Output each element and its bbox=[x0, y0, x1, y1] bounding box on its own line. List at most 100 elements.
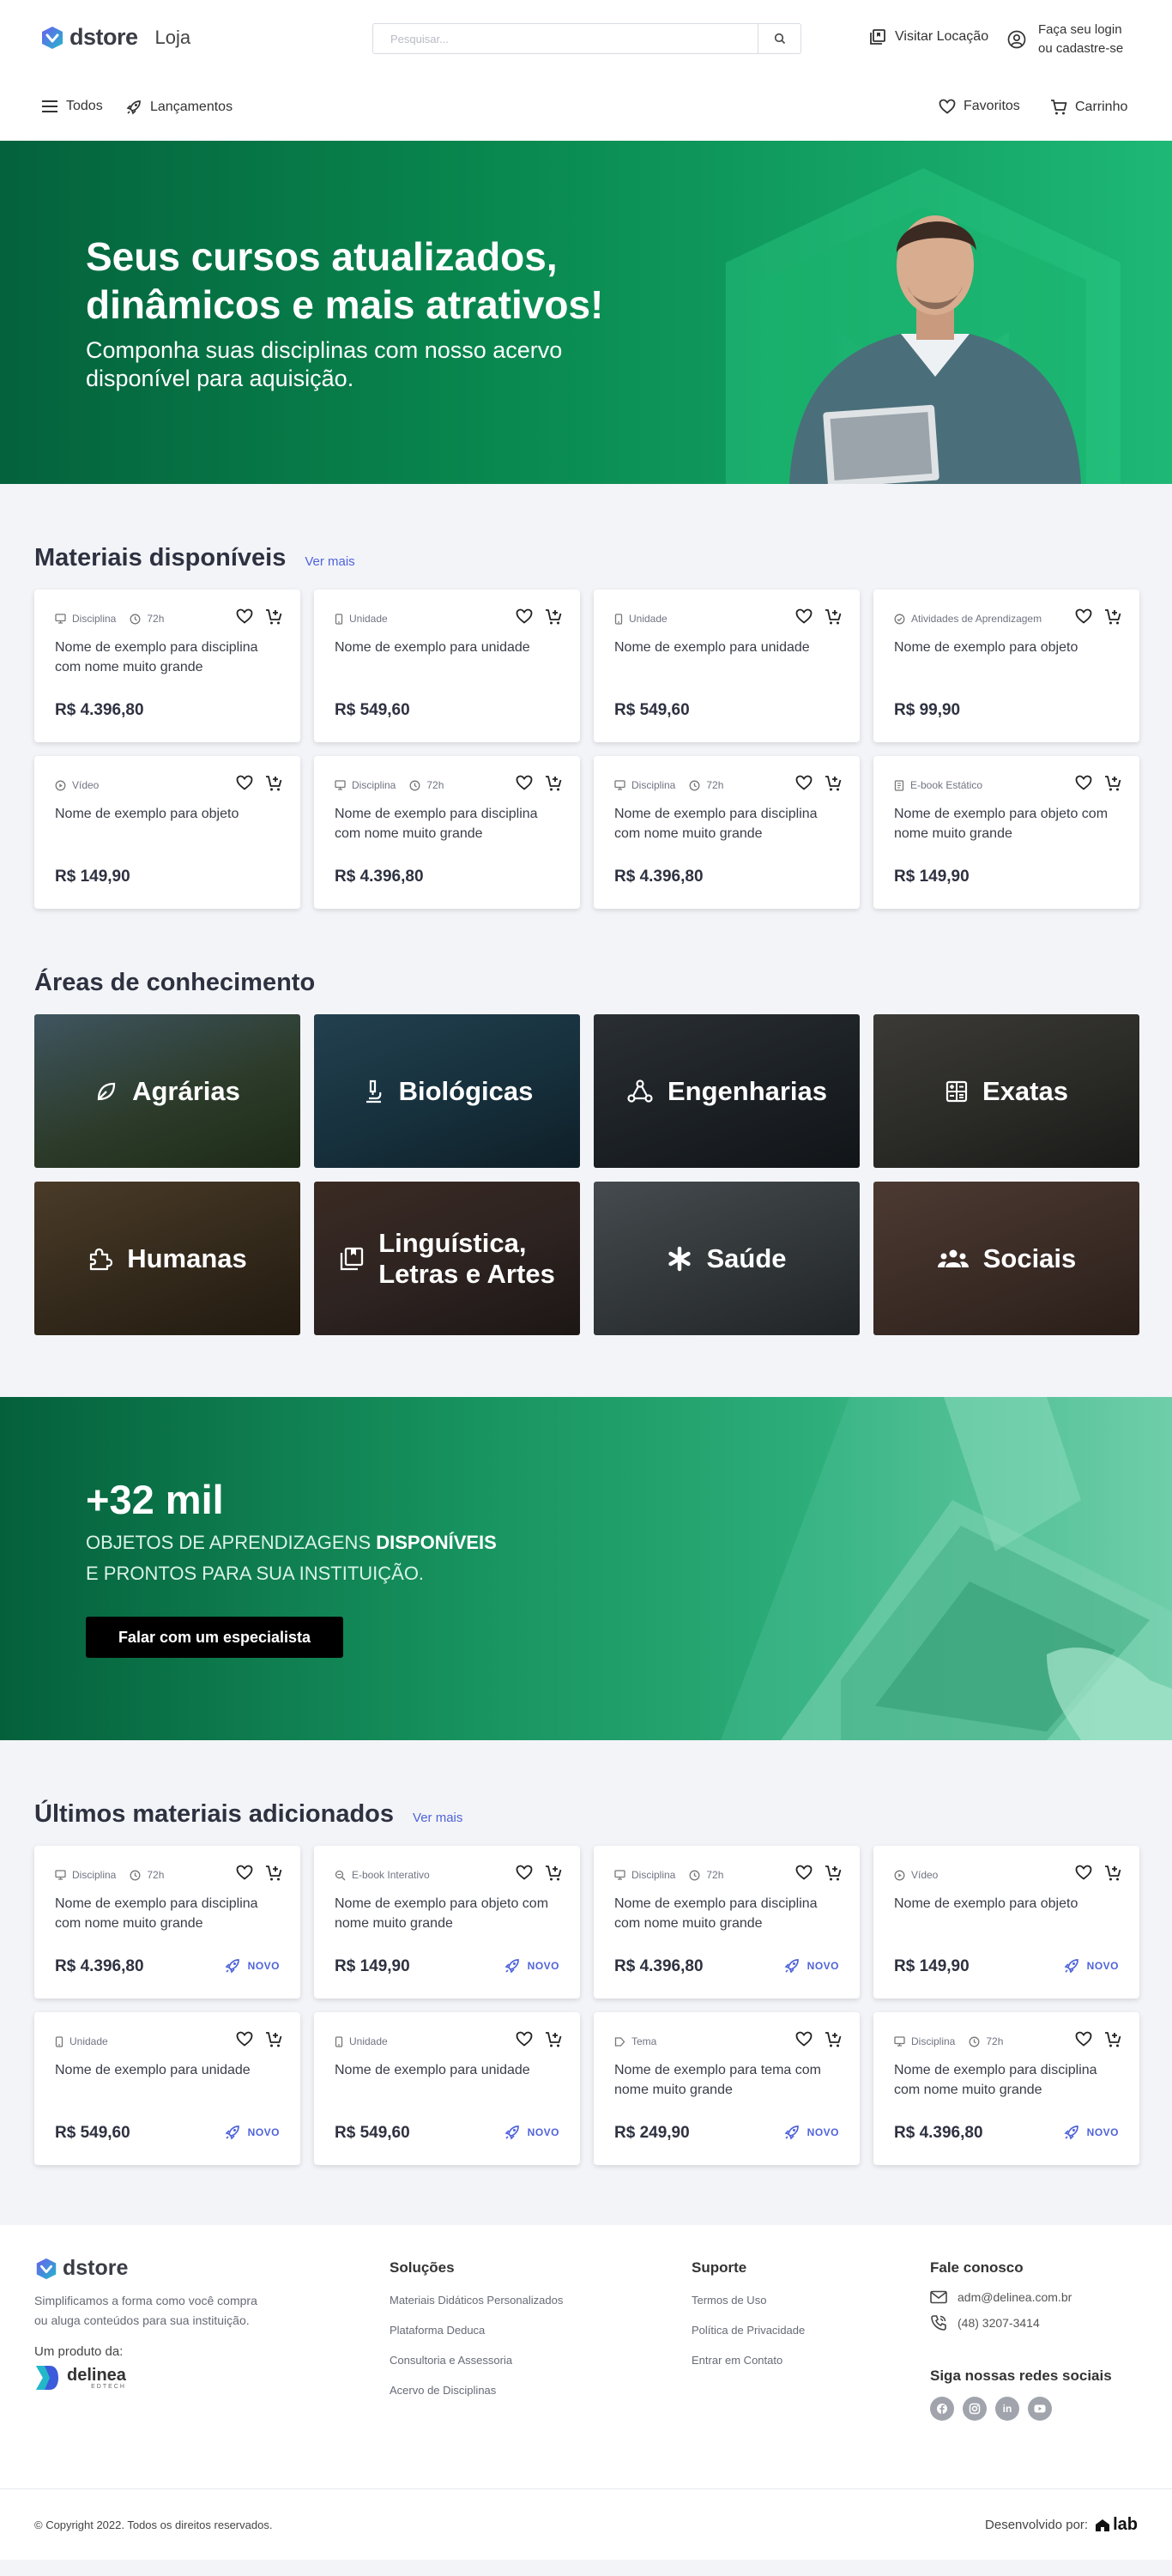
add-to-cart-icon[interactable] bbox=[545, 775, 563, 792]
heart-icon[interactable] bbox=[795, 2031, 813, 2047]
product-card[interactable]: Atividades de Aprendizagem Nome de exempl… bbox=[873, 590, 1139, 742]
facebook-icon[interactable] bbox=[930, 2397, 954, 2421]
card-name[interactable]: Nome de exemplo para disciplina com nome… bbox=[614, 1894, 829, 1933]
area-card[interactable]: Biológicas bbox=[314, 1014, 580, 1168]
card-name[interactable]: Nome de exemplo para disciplina com nome… bbox=[614, 804, 829, 844]
card-name[interactable]: Nome de exemplo para unidade bbox=[614, 638, 829, 657]
product-card[interactable]: Unidade Nome de exemplo para unidade R$ 54… bbox=[34, 2012, 300, 2165]
add-to-cart-icon[interactable] bbox=[265, 608, 283, 626]
nav-cart[interactable]: Carrinho bbox=[1050, 99, 1127, 116]
add-to-cart-icon[interactable] bbox=[265, 1865, 283, 1882]
heart-icon[interactable] bbox=[795, 775, 813, 790]
add-to-cart-icon[interactable] bbox=[545, 2031, 563, 2048]
add-to-cart-icon[interactable] bbox=[1104, 775, 1122, 792]
add-to-cart-icon[interactable] bbox=[1104, 1865, 1122, 1882]
heart-icon[interactable] bbox=[516, 775, 533, 790]
card-name[interactable]: Nome de exemplo para tema com nome muito… bbox=[614, 2060, 829, 2100]
add-to-cart-icon[interactable] bbox=[1104, 2031, 1122, 2048]
heart-icon[interactable] bbox=[516, 2031, 533, 2047]
talk-to-specialist-button[interactable]: Falar com um especialista bbox=[86, 1617, 343, 1658]
heart-icon[interactable] bbox=[1075, 608, 1092, 624]
area-card[interactable]: Exatas bbox=[873, 1014, 1139, 1168]
add-to-cart-icon[interactable] bbox=[825, 1865, 843, 1882]
search-button[interactable] bbox=[758, 24, 800, 53]
nav-launches[interactable]: Lançamentos bbox=[125, 99, 233, 116]
card-name[interactable]: Nome de exemplo para unidade bbox=[335, 638, 549, 657]
product-card[interactable]: E-book Interativo Nome de exemplo para ob… bbox=[314, 1846, 580, 1999]
area-card[interactable]: Agrárias bbox=[34, 1014, 300, 1168]
area-card[interactable]: Humanas bbox=[34, 1182, 300, 1335]
footer-link[interactable]: Termos de Uso bbox=[692, 2294, 805, 2307]
product-card[interactable]: Unidade Nome de exemplo para unidade R$ 54… bbox=[314, 590, 580, 742]
heart-icon[interactable] bbox=[516, 608, 533, 624]
product-card[interactable]: Unidade Nome de exemplo para unidade R$ 54… bbox=[314, 2012, 580, 2165]
product-card[interactable]: Vídeo Nome de exemplo para objeto R$ 149,9… bbox=[873, 1846, 1139, 1999]
heart-icon[interactable] bbox=[236, 2031, 253, 2047]
area-card[interactable]: Sociais bbox=[873, 1182, 1139, 1335]
add-to-cart-icon[interactable] bbox=[265, 2031, 283, 2048]
footer-link[interactable]: Acervo de Disciplinas bbox=[390, 2384, 563, 2397]
latest-see-more-link[interactable]: Ver mais bbox=[413, 1811, 462, 1825]
card-name[interactable]: Nome de exemplo para objeto bbox=[894, 1894, 1109, 1914]
contact-email[interactable]: adm@delinea.com.br bbox=[930, 2290, 1112, 2304]
heart-icon[interactable] bbox=[236, 1865, 253, 1880]
footer-link[interactable]: Plataforma Deduca bbox=[390, 2324, 563, 2337]
card-name[interactable]: Nome de exemplo para unidade bbox=[335, 2060, 549, 2080]
product-card[interactable]: Vídeo Nome de exemplo para objeto R$ 149,9… bbox=[34, 756, 300, 909]
add-to-cart-icon[interactable] bbox=[825, 2031, 843, 2048]
login-link[interactable]: Faça seu login ou cadastre-se bbox=[1007, 21, 1123, 58]
product-card[interactable]: Disciplina 72h Nome de exemplo para discip… bbox=[314, 756, 580, 909]
heart-icon[interactable] bbox=[1075, 2031, 1092, 2047]
area-card[interactable]: Linguística, Letras e Artes bbox=[314, 1182, 580, 1335]
card-name[interactable]: Nome de exemplo para disciplina com nome… bbox=[55, 638, 269, 677]
youtube-icon[interactable] bbox=[1028, 2397, 1052, 2421]
product-card[interactable]: Disciplina 72h Nome de exemplo para discip… bbox=[34, 1846, 300, 1999]
heart-icon[interactable] bbox=[236, 775, 253, 790]
contact-phone[interactable]: (48) 3207-3414 bbox=[930, 2314, 1112, 2331]
card-name[interactable]: Nome de exemplo para disciplina com nome… bbox=[894, 2060, 1109, 2100]
add-to-cart-icon[interactable] bbox=[1104, 608, 1122, 626]
product-card[interactable]: Disciplina 72h Nome de exemplo para discip… bbox=[873, 2012, 1139, 2165]
product-card[interactable]: Disciplina 72h Nome de exemplo para discip… bbox=[594, 756, 860, 909]
heart-icon[interactable] bbox=[795, 1865, 813, 1880]
product-card[interactable]: Tema Nome de exemplo para tema com nome m… bbox=[594, 2012, 860, 2165]
card-name[interactable]: Nome de exemplo para objeto bbox=[55, 804, 269, 824]
card-name[interactable]: Nome de exemplo para unidade bbox=[55, 2060, 269, 2080]
product-card[interactable]: Disciplina 72h Nome de exemplo para discip… bbox=[34, 590, 300, 742]
materials-see-more-link[interactable]: Ver mais bbox=[305, 554, 354, 569]
search-input[interactable] bbox=[373, 24, 758, 53]
footer-link[interactable]: Política de Privacidade bbox=[692, 2324, 805, 2337]
developed-by[interactable]: Desenvolvido por: lab bbox=[985, 2515, 1138, 2535]
add-to-cart-icon[interactable] bbox=[545, 1865, 563, 1882]
card-name[interactable]: Nome de exemplo para disciplina com nome… bbox=[55, 1894, 269, 1933]
instagram-icon[interactable] bbox=[963, 2397, 987, 2421]
heart-icon[interactable] bbox=[1075, 1865, 1092, 1880]
add-to-cart-icon[interactable] bbox=[825, 608, 843, 626]
heart-icon[interactable] bbox=[795, 608, 813, 624]
nav-favorites[interactable]: Favoritos bbox=[939, 99, 1020, 114]
card-name[interactable]: Nome de exemplo para disciplina com nome… bbox=[335, 804, 549, 844]
delinea-logo[interactable]: delinea EDTECH bbox=[34, 2364, 275, 2392]
add-to-cart-icon[interactable] bbox=[545, 608, 563, 626]
linkedin-icon[interactable]: in bbox=[995, 2397, 1019, 2421]
logo[interactable]: dstore Loja bbox=[39, 24, 190, 51]
area-card[interactable]: Engenharias bbox=[594, 1014, 860, 1168]
footer-logo[interactable]: dstore bbox=[34, 2256, 275, 2281]
product-card[interactable]: Unidade Nome de exemplo para unidade R$ 54… bbox=[594, 590, 860, 742]
heart-icon[interactable] bbox=[516, 1865, 533, 1880]
footer-link[interactable]: Materiais Didáticos Personalizados bbox=[390, 2294, 563, 2307]
footer-link[interactable]: Entrar em Contato bbox=[692, 2354, 805, 2367]
nav-all[interactable]: Todos bbox=[41, 99, 103, 114]
add-to-cart-icon[interactable] bbox=[825, 775, 843, 792]
card-name[interactable]: Nome de exemplo para objeto com nome mui… bbox=[894, 804, 1109, 844]
card-name[interactable]: Nome de exemplo para objeto com nome mui… bbox=[335, 1894, 549, 1933]
footer-link[interactable]: Consultoria e Assessoria bbox=[390, 2354, 563, 2367]
product-card[interactable]: Disciplina 72h Nome de exemplo para discip… bbox=[594, 1846, 860, 1999]
card-name[interactable]: Nome de exemplo para objeto bbox=[894, 638, 1109, 657]
product-card[interactable]: E-book Estático Nome de exemplo para obje… bbox=[873, 756, 1139, 909]
heart-icon[interactable] bbox=[236, 608, 253, 624]
area-card[interactable]: Saúde bbox=[594, 1182, 860, 1335]
visit-location-link[interactable]: Visitar Locação bbox=[869, 28, 988, 45]
add-to-cart-icon[interactable] bbox=[265, 775, 283, 792]
heart-icon[interactable] bbox=[1075, 775, 1092, 790]
